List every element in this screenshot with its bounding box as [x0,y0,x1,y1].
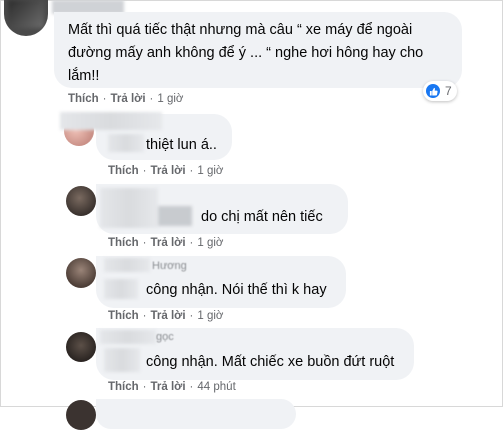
like-button[interactable]: Thích [108,381,139,393]
redacted-name [158,206,192,226]
avatar[interactable] [4,0,48,36]
comment-text-line: đường mấy anh không để ý ... “ nghe hơi … [68,45,424,61]
separator: · [142,237,147,249]
reply-button[interactable]: Trả lời [111,93,146,105]
comment-text: thiệt lun á.. [146,137,217,153]
separator: · [189,381,194,393]
comment-text: công nhận. Mất chiếc xe buồn đứt ruột [146,354,395,370]
avatar[interactable] [66,186,96,216]
separator: · [189,310,194,322]
like-button[interactable]: Thích [108,237,139,249]
comment-timestamp[interactable]: 1 giờ [157,93,183,105]
separator: · [142,165,147,177]
like-icon [426,84,440,98]
comment-actions: Thích · Trả lời · 1 giờ [108,165,223,177]
comment-timestamp[interactable]: 1 giờ [197,310,223,322]
comment-bubble [96,399,296,429]
comment-actions: Thích · Trả lời · 1 giờ [68,93,183,105]
redacted-name [104,279,138,299]
separator: · [142,381,147,393]
reply-button[interactable]: Trả lời [151,310,186,322]
redacted-name [104,258,150,272]
separator: · [142,310,147,322]
comment-text: công nhận. Nói thế thì k hay [146,282,327,298]
partial-name: gọc [156,331,174,343]
comment-actions: Thích · Trả lời · 1 giờ [108,310,223,322]
reply-button[interactable]: Trả lời [151,381,186,393]
separator: · [189,237,194,249]
comment-text-line: lắm!! [68,68,100,84]
like-button[interactable]: Thích [108,165,139,177]
avatar[interactable] [66,332,96,362]
separator: · [189,165,194,177]
comment-text-line: Mất thì quá tiếc thật nhưng mà câu “ xe … [68,22,413,38]
redacted-name [60,112,162,130]
comment-timestamp[interactable]: 44 phút [197,381,235,393]
comment-text: do chị mất nên tiếc [201,209,323,225]
like-button[interactable]: Thích [68,93,99,105]
avatar[interactable] [66,258,96,288]
comment-timestamp[interactable]: 1 giờ [197,237,223,249]
reply-button[interactable]: Trả lời [151,165,186,177]
reply-button[interactable]: Trả lời [151,237,186,249]
comment-actions: Thích · Trả lời · 44 phút [108,381,236,393]
partial-name: Hương [152,260,187,272]
separator: · [149,93,154,105]
separator: · [102,93,107,105]
comment-timestamp[interactable]: 1 giờ [197,165,223,177]
reaction-count: 7 [445,84,452,98]
redacted-name [100,188,158,228]
redacted-name [104,348,140,372]
avatar[interactable] [66,400,96,430]
redacted-name [100,330,156,344]
reaction-badge[interactable]: 7 [423,81,457,101]
redacted-name [108,134,144,152]
like-button[interactable]: Thích [108,310,139,322]
comment-actions: Thích · Trả lời · 1 giờ [108,237,223,249]
